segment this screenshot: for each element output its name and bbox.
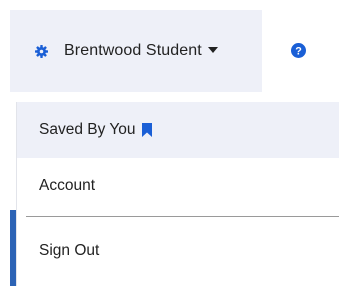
user-dropdown-menu: Saved By You Account Sign Out (16, 102, 339, 286)
question-circle-icon: ? (291, 43, 306, 58)
caret-down-icon (207, 46, 218, 54)
gear-icon (35, 44, 48, 58)
menu-item-account[interactable]: Account (17, 158, 339, 214)
menu-item-saved-by-you[interactable]: Saved By You (17, 102, 339, 158)
menu-item-label: Saved By You (39, 121, 136, 138)
menu-item-label: Sign Out (39, 242, 100, 259)
bookmark-icon (141, 123, 152, 137)
top-bar: Brentwood Student ? (0, 0, 339, 92)
svg-text:?: ? (295, 45, 302, 57)
menu-item-sign-out[interactable]: Sign Out (17, 226, 339, 276)
help-button[interactable]: ? (291, 43, 306, 58)
user-menu-button[interactable]: Brentwood Student (10, 10, 262, 92)
menu-divider (26, 216, 339, 217)
user-name: Brentwood Student (64, 42, 202, 59)
menu-item-label: Account (39, 177, 96, 194)
